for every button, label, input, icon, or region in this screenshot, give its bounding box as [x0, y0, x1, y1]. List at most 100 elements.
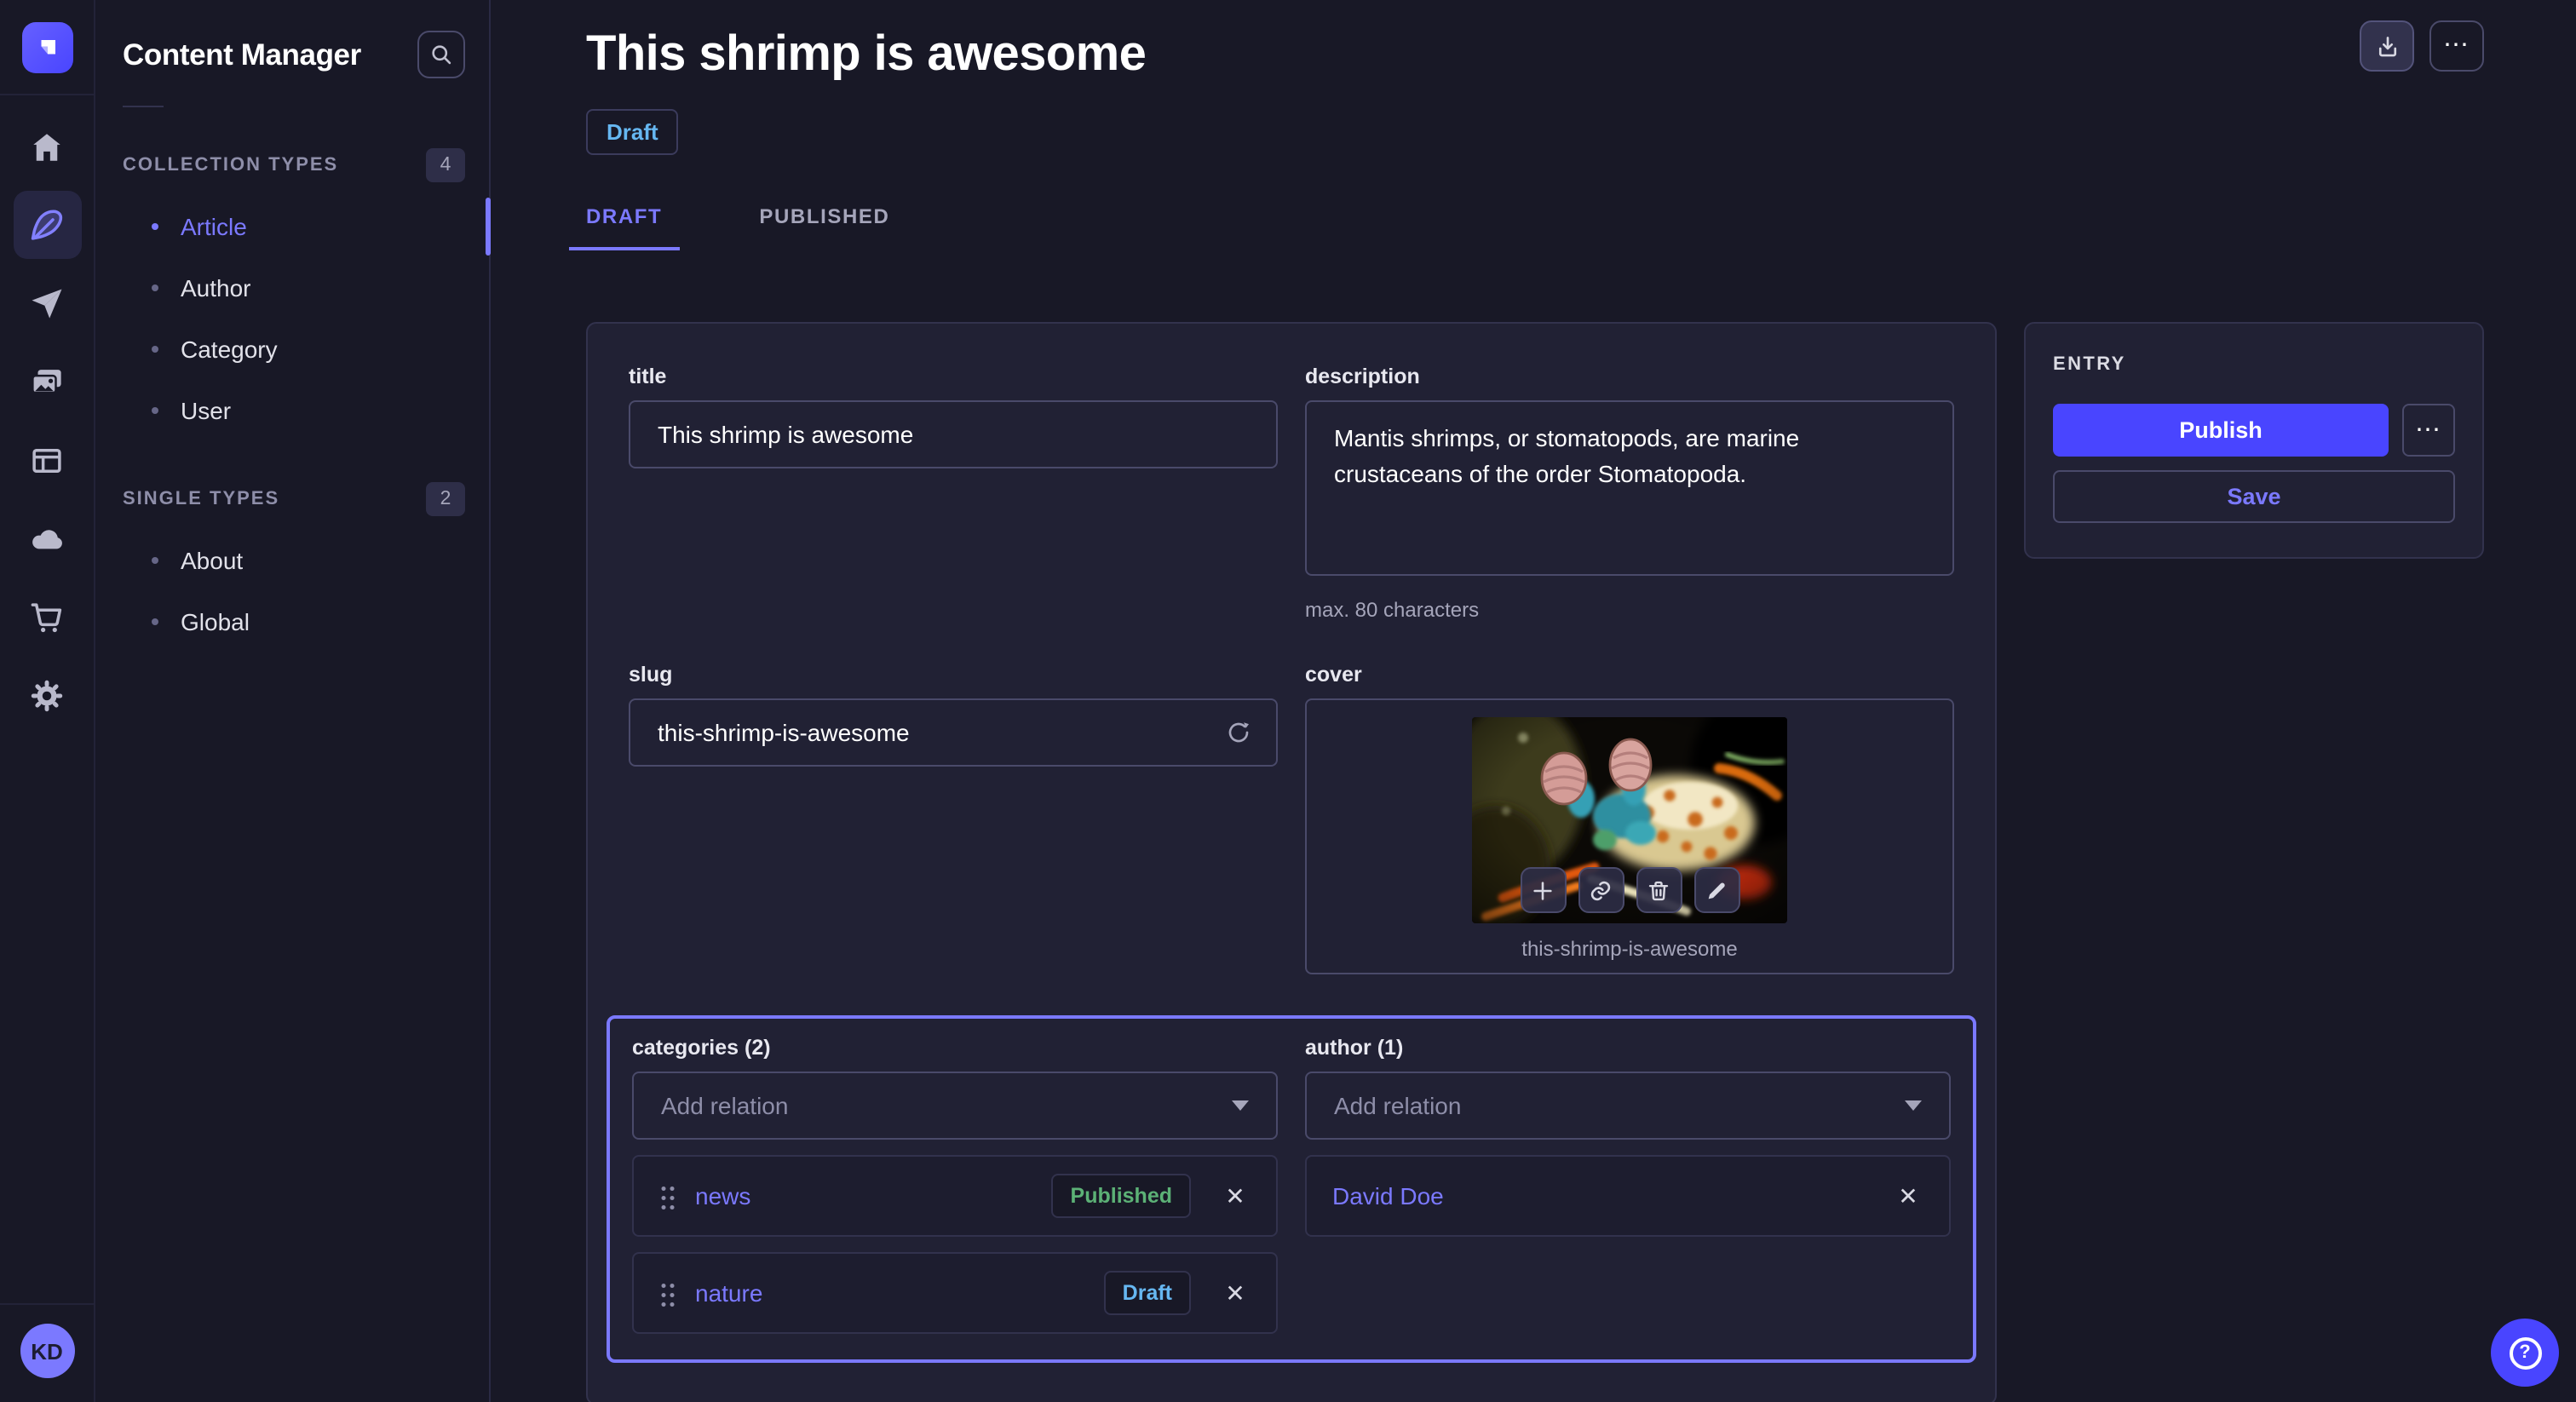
help-button[interactable]: ?	[2491, 1319, 2559, 1387]
relation-link[interactable]: news	[695, 1182, 750, 1210]
section-label: COLLECTION TYPES	[123, 155, 338, 175]
sidebar-item-about[interactable]: About	[95, 530, 489, 591]
remove-relation-button[interactable]: ✕	[1220, 1181, 1251, 1210]
slug-input[interactable]	[629, 698, 1278, 767]
remove-relation-button[interactable]: ✕	[1220, 1278, 1251, 1307]
bullet-icon	[152, 284, 158, 291]
sidebar-item-label: Global	[181, 608, 250, 635]
field-title: title	[629, 365, 1278, 622]
main-area: ⋯ This shrimp is awesome Draft DRAFT PUB…	[491, 0, 2576, 1402]
field-description: description Mantis shrimps, or stomatopo…	[1305, 365, 1954, 622]
sidebar-title: Content Manager	[123, 37, 361, 72]
bullet-icon	[152, 407, 158, 414]
sidebar-item-label: Article	[181, 213, 247, 240]
sidebar-item-label: User	[181, 397, 231, 424]
status-chip-draft: Draft	[1104, 1271, 1191, 1315]
cover-edit-button[interactable]	[1693, 867, 1739, 913]
field-cover: cover	[1305, 663, 1954, 974]
entry-panel: ENTRY Publish ⋯ Save	[2024, 322, 2484, 559]
author-label: author (1)	[1305, 1036, 1951, 1060]
header-more-button[interactable]: ⋯	[2429, 20, 2484, 72]
link-icon	[1589, 878, 1613, 902]
save-button[interactable]: Save	[2053, 470, 2455, 523]
plus-icon	[1531, 878, 1555, 902]
combobox-placeholder: Add relation	[1334, 1092, 1461, 1119]
sidebar-item-author[interactable]: Author	[95, 257, 489, 319]
sidebar-item-label: Author	[181, 274, 251, 302]
slug-label: slug	[629, 663, 1278, 687]
user-avatar[interactable]: KD	[20, 1324, 74, 1378]
settings-icon[interactable]	[13, 661, 81, 729]
cover-box: this-shrimp-is-awesome	[1305, 698, 1954, 974]
single-types-count-badge: 2	[426, 482, 465, 516]
cover-add-button[interactable]	[1520, 867, 1566, 913]
field-categories: categories (2) Add relation news Publish…	[632, 1036, 1278, 1334]
entry-more-button[interactable]: ⋯	[2402, 404, 2455, 457]
cover-toolbar	[1520, 867, 1739, 913]
regenerate-slug-button[interactable]	[1220, 714, 1257, 751]
title-input[interactable]	[629, 400, 1278, 468]
releases-icon[interactable]	[13, 269, 81, 337]
drag-handle-icon[interactable]	[659, 1183, 675, 1209]
export-button[interactable]	[2360, 20, 2414, 72]
section-header-collection-types: COLLECTION TYPES 4	[95, 148, 489, 182]
tab-published[interactable]: PUBLISHED	[742, 194, 906, 250]
chevron-down-icon	[1905, 1100, 1922, 1111]
relations-zone: categories (2) Add relation news Publish…	[607, 1015, 1976, 1363]
categories-label: categories (2)	[632, 1036, 1278, 1060]
section-header-single-types: SINGLE TYPES 2	[95, 482, 489, 516]
search-icon	[429, 43, 453, 66]
sidebar-divider	[123, 106, 164, 107]
title-label: title	[629, 365, 1278, 388]
search-button[interactable]	[417, 31, 465, 78]
tab-draft[interactable]: DRAFT	[569, 194, 679, 250]
pencil-icon	[1705, 878, 1728, 902]
relation-item-nature: nature Draft ✕	[632, 1252, 1278, 1334]
bullet-icon	[152, 223, 158, 230]
form-card: title description Mantis shrimps, or sto…	[586, 322, 1997, 1402]
relation-link[interactable]: David Doe	[1332, 1182, 1444, 1210]
cover-copy-link-button[interactable]	[1578, 867, 1624, 913]
bullet-icon	[152, 618, 158, 625]
content-manager-icon[interactable]	[13, 191, 81, 259]
home-icon[interactable]	[13, 112, 81, 181]
trash-icon	[1647, 878, 1670, 902]
field-author: author (1) Add relation David Doe ✕	[1305, 1036, 1951, 1237]
content-type-builder-icon[interactable]	[13, 426, 81, 494]
cover-caption: this-shrimp-is-awesome	[1521, 937, 1737, 961]
entry-panel-title: ENTRY	[2053, 354, 2455, 375]
cover-delete-button[interactable]	[1636, 867, 1682, 913]
categories-add-relation-combobox[interactable]: Add relation	[632, 1072, 1278, 1140]
sidebar-header: Content Manager	[95, 0, 489, 78]
sidebar-item-user[interactable]: User	[95, 380, 489, 441]
content-row: title description Mantis shrimps, or sto…	[586, 322, 2484, 1402]
marketplace-icon[interactable]	[13, 583, 81, 651]
rail-nav	[13, 112, 81, 729]
description-textarea[interactable]: Mantis shrimps, or stomatopods, are mari…	[1305, 400, 1954, 576]
status-chip-published: Published	[1052, 1174, 1191, 1218]
remove-relation-button[interactable]: ✕	[1893, 1181, 1923, 1210]
author-add-relation-combobox[interactable]: Add relation	[1305, 1072, 1951, 1140]
more-icon: ⋯	[2415, 422, 2442, 439]
strapi-logo[interactable]	[21, 21, 72, 72]
sidebar-item-label: About	[181, 547, 243, 574]
sidebar-item-global[interactable]: Global	[95, 591, 489, 652]
drag-handle-icon[interactable]	[659, 1280, 675, 1306]
media-library-icon[interactable]	[13, 348, 81, 416]
collection-types-count-badge: 4	[426, 148, 465, 182]
tabs: DRAFT PUBLISHED	[569, 194, 2484, 250]
sidebar-item-category[interactable]: Category	[95, 319, 489, 380]
strapi-logo-icon	[32, 32, 62, 62]
sidebar: Content Manager COLLECTION TYPES 4 Artic…	[95, 0, 491, 1402]
cloud-icon[interactable]	[13, 504, 81, 572]
relation-item-david-doe: David Doe ✕	[1305, 1155, 1951, 1237]
more-icon: ⋯	[2443, 37, 2470, 55]
relation-link[interactable]: nature	[695, 1279, 762, 1307]
bullet-icon	[152, 557, 158, 564]
chevron-down-icon	[1232, 1100, 1249, 1111]
nav-rail: KD	[0, 0, 95, 1402]
sidebar-item-label: Category	[181, 336, 278, 363]
publish-button[interactable]: Publish	[2053, 404, 2389, 457]
sidebar-item-article[interactable]: Article	[95, 196, 489, 257]
avatar-initials: KD	[31, 1338, 63, 1364]
